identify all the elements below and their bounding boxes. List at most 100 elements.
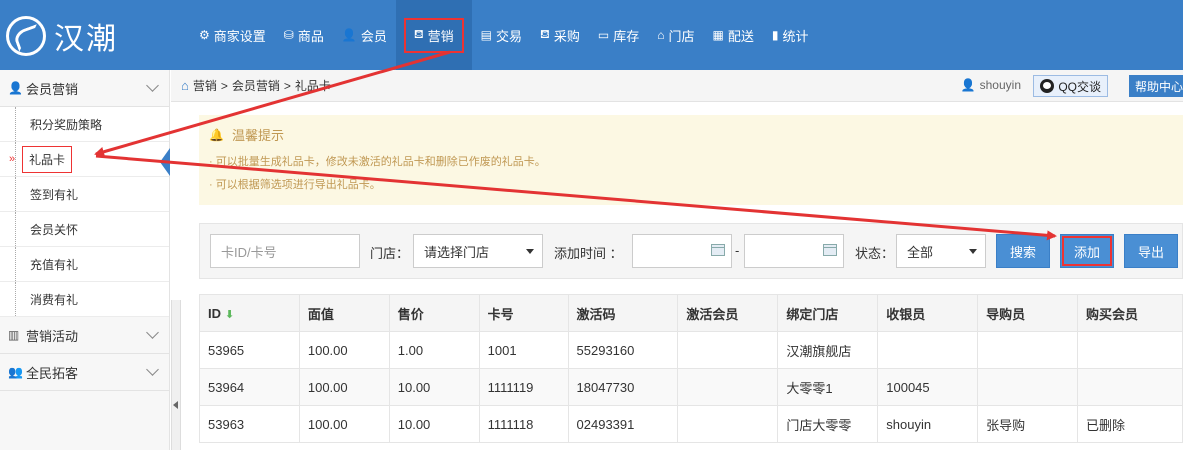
goods-icon: ⛁: [283, 28, 294, 42]
help-center-label: 帮助中心: [1134, 79, 1183, 94]
table-cell: 门店大零零: [777, 405, 879, 443]
nav-inventory[interactable]: ▭ 库存: [589, 0, 648, 70]
table-header-row: ID ⬇ 面值 售价 卡号 激活码 激活会员 绑定门店 收银员 导购员 购买会员: [199, 294, 1183, 332]
table-cell: 100.00: [298, 368, 390, 406]
top-navbar: 汉潮 ⚙ 商家设置 ⛁ 商品 👤 会员 ⛾ 营销 ▤ 交易 ⛾ 采购 ▭ 库存 ⌂ 门店 ▦ 配送…: [0, 0, 1183, 70]
nav-label: 商品: [297, 28, 324, 44]
chevron-down-icon: [146, 363, 159, 376]
user-icon: 👤: [8, 81, 23, 95]
table-cell: 已删除: [1077, 405, 1183, 443]
date-range-separator: -: [735, 243, 740, 258]
logo-mark-icon: [6, 16, 46, 56]
breadcrumb-item: 礼品卡: [294, 79, 331, 93]
table-cell: 55293160: [567, 331, 679, 369]
sidebar-item-label: 消费有礼: [30, 292, 79, 307]
nav-label: 会员: [360, 28, 387, 44]
sidebar-group-member-marketing[interactable]: 👤 会员营销: [0, 70, 169, 107]
column-header[interactable]: ID ⬇: [199, 294, 300, 332]
home-icon: ⌂: [181, 78, 189, 93]
sort-down-icon[interactable]: ⬇: [225, 308, 234, 321]
table-cell: 1111119: [478, 368, 569, 406]
column-header: 激活码: [567, 294, 679, 332]
table-cell: 02493391: [567, 405, 679, 443]
table-cell: 汉潮旗舰店: [777, 331, 879, 369]
sidebar: 👤 会员营销 积分奖励策略 » 礼品卡 签到有礼 会员关怀 充值有礼 消费有礼 ▥…: [0, 70, 170, 450]
caret-down-icon: [526, 249, 534, 254]
sidebar-item-member-care[interactable]: 会员关怀: [0, 212, 169, 247]
search-button[interactable]: 搜索: [996, 234, 1050, 268]
truck-icon: ▦: [712, 28, 724, 42]
gear-icon: ⚙: [199, 28, 210, 42]
sidebar-item-label: 礼品卡: [22, 145, 73, 173]
column-header: 收银员: [877, 294, 979, 332]
current-user[interactable]: 👤 shouyin: [961, 78, 1021, 92]
sidebar-item-gift-card[interactable]: » 礼品卡: [0, 142, 169, 177]
nav-delivery[interactable]: ▦ 配送: [703, 0, 762, 70]
sidebar-item-label: 充值有礼: [30, 257, 79, 272]
qq-chat-label: QQ交谈: [1058, 79, 1101, 94]
add-button[interactable]: 添加: [1060, 234, 1114, 268]
help-center-button[interactable]: 帮助中心: [1128, 75, 1183, 97]
logo-text: 汉潮: [54, 22, 118, 57]
nav-label: 统计: [782, 28, 809, 44]
nav-label: 营销: [427, 28, 454, 44]
table-row[interactable]: 53963 100.00 10.00 1111118 02493391 门店大零…: [199, 405, 1183, 443]
sidebar-item-points-reward[interactable]: 积分奖励策略: [0, 107, 169, 142]
tips-line: · 可以批量生成礼品卡，修改未激活的礼品卡和删除已作废的礼品卡。: [209, 156, 546, 168]
export-button[interactable]: 导出: [1124, 234, 1178, 268]
column-header: 购买会员: [1077, 294, 1183, 332]
status-select[interactable]: 全部: [896, 234, 986, 268]
nav-stores[interactable]: ⌂ 门店: [648, 0, 703, 70]
logo[interactable]: 汉潮: [6, 14, 146, 58]
calendar-icon[interactable]: [823, 244, 837, 256]
tips-panel: 🔔 温馨提示 · 可以批量生成礼品卡，修改未激活的礼品卡和删除已作废的礼品卡。 …: [199, 115, 1183, 205]
sidebar-group-referral[interactable]: 👥 全民拓客: [0, 354, 169, 391]
end-date-input[interactable]: [744, 234, 844, 268]
nav-label: 采购: [553, 28, 580, 44]
sidebar-item-checkin-gift[interactable]: 签到有礼: [0, 177, 169, 212]
tips-line: · 可以根据筛选项进行导出礼品卡。: [209, 179, 381, 191]
sidebar-item-recharge-gift[interactable]: 充值有礼: [0, 247, 169, 282]
qq-chat-button[interactable]: QQ交谈: [1033, 75, 1108, 97]
status-label: 状态：: [855, 246, 895, 261]
nav-goods[interactable]: ⛁ 商品: [275, 0, 333, 70]
table-row[interactable]: 53964 100.00 10.00 1111119 18047730 大零零1…: [199, 368, 1183, 406]
sidebar-collapse-handle[interactable]: [171, 300, 181, 450]
start-date-input[interactable]: [632, 234, 732, 268]
table-cell: 1111118: [478, 405, 569, 443]
nav-members[interactable]: 👤 会员: [333, 0, 396, 70]
status-select-value: 全部: [907, 244, 934, 260]
add-time-label: 添加时间 ：: [554, 246, 623, 261]
column-header: 面值: [298, 294, 390, 332]
card-search-input[interactable]: 卡ID/卡号: [210, 234, 360, 268]
sidebar-item-consume-gift[interactable]: 消费有礼: [0, 282, 169, 317]
cup-icon: ⛾: [413, 27, 424, 41]
calendar-icon[interactable]: [711, 244, 725, 256]
sidebar-group-marketing-activity[interactable]: ▥ 营销活动: [0, 317, 169, 354]
main-nav: ⚙ 商家设置 ⛁ 商品 👤 会员 ⛾ 营销 ▤ 交易 ⛾ 采购 ▭ 库存 ⌂ 门店 ▦ 配送 ▮ 统…: [190, 0, 817, 70]
nav-label: 商家设置: [213, 28, 266, 44]
active-marker-icon: »: [9, 153, 16, 165]
breadcrumb-item[interactable]: 营销: [193, 77, 217, 94]
nav-merchant-settings[interactable]: ⚙ 商家设置: [190, 0, 275, 70]
breadcrumb-separator: >: [220, 78, 228, 93]
table-cell: 53963: [199, 405, 300, 443]
nav-purchase[interactable]: ⛾ 采购: [531, 0, 589, 70]
table-cell: 18047730: [567, 368, 679, 406]
gift-card-table: ID ⬇ 面值 售价 卡号 激活码 激活会员 绑定门店 收银员 导购员 购买会员 …: [199, 294, 1183, 443]
breadcrumb-separator: >: [283, 78, 291, 93]
nav-label: 库存: [613, 28, 640, 44]
table-cell: 1001: [478, 331, 569, 369]
nav-marketing[interactable]: ⛾ 营销: [395, 0, 472, 70]
document-icon: ▤: [480, 28, 492, 42]
column-header: 绑定门店: [777, 294, 879, 332]
nav-trade[interactable]: ▤ 交易: [472, 0, 531, 70]
column-header: 激活会员: [677, 294, 779, 332]
table-row[interactable]: 53965 100.00 1.00 1001 55293160 汉潮旗舰店: [199, 331, 1183, 369]
column-header-label: ID: [208, 305, 221, 321]
breadcrumb-item[interactable]: 会员营销: [232, 77, 280, 94]
nav-statistics[interactable]: ▮ 统计: [763, 0, 818, 70]
store-select[interactable]: 请选择门店: [413, 234, 543, 268]
bell-icon: 🔔: [209, 127, 224, 142]
user-icon: 👤: [960, 78, 976, 92]
